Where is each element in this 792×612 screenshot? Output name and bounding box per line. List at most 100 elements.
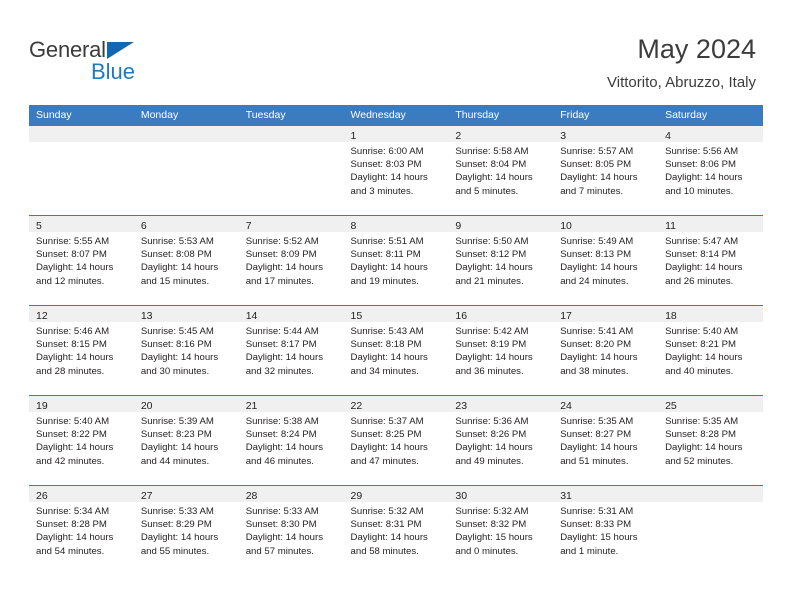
day-details: Sunrise: 5:55 AM Sunset: 8:07 PM Daylight:… [29, 232, 134, 288]
sunset-text: Sunset: 8:32 PM [455, 519, 527, 531]
general-blue-logo[interactable]: General Blue [29, 38, 169, 86]
weekday-header-wednesday: Wednesday [350, 109, 406, 121]
day-number: 29 [350, 490, 363, 502]
day-details: Sunrise: 5:56 AM Sunset: 8:06 PM Daylight:… [658, 142, 763, 198]
daylight-text-line2: and 46 minutes. [245, 455, 314, 467]
calendar-day-cell[interactable]: 23 Sunrise: 5:36 AM Sunset: 8:26 PM Dayligh… [448, 396, 554, 485]
sunrise-text: Sunrise: 5:43 AM [350, 326, 424, 337]
daylight-text-line2: and 58 minutes. [350, 545, 419, 557]
sunrise-text: Sunrise: 5:35 AM [665, 416, 739, 427]
calendar-day-cell[interactable]: 5 Sunrise: 5:55 AM Sunset: 8:07 PM Daylight… [29, 216, 134, 305]
daylight-text-line2: and 49 minutes. [455, 455, 524, 467]
day-details: Sunrise: 5:37 AM Sunset: 8:25 PM Daylight:… [344, 412, 449, 468]
calendar-day-cell[interactable]: 6 Sunrise: 5:53 AM Sunset: 8:08 PM Daylight… [133, 216, 239, 305]
calendar-day-cell[interactable]: 21 Sunrise: 5:38 AM Sunset: 8:24 PM Dayligh… [238, 396, 344, 485]
daylight-text-line2: and 19 minutes. [350, 275, 419, 287]
daylight-text-line1: Daylight: 14 hours [665, 172, 743, 184]
calendar-day-cell[interactable]: 15 Sunrise: 5:43 AM Sunset: 8:18 PM Dayligh… [343, 306, 449, 395]
calendar-day-cell[interactable]: 13 Sunrise: 5:45 AM Sunset: 8:16 PM Dayligh… [133, 306, 239, 395]
day-number-band: 13 [133, 306, 239, 322]
calendar-day-cell[interactable]: 2 Sunrise: 5:58 AM Sunset: 8:04 PM Daylight… [448, 126, 554, 215]
calendar-day-cell[interactable]: 28 Sunrise: 5:33 AM Sunset: 8:30 PM Dayligh… [238, 486, 344, 575]
calendar-day-cell[interactable]: 9 Sunrise: 5:50 AM Sunset: 8:12 PM Daylight… [448, 216, 554, 305]
calendar-day-cell[interactable]: 18 Sunrise: 5:40 AM Sunset: 8:21 PM Dayligh… [658, 306, 763, 395]
weekday-header-monday: Monday [140, 109, 179, 121]
daylight-text-line2: and 51 minutes. [560, 455, 629, 467]
calendar-day-cell[interactable]: 11 Sunrise: 5:47 AM Sunset: 8:14 PM Dayligh… [658, 216, 763, 305]
daylight-text-line1: Daylight: 14 hours [560, 352, 638, 364]
sunset-text: Sunset: 8:33 PM [560, 519, 632, 531]
day-details: Sunrise: 5:40 AM Sunset: 8:21 PM Daylight:… [658, 322, 763, 378]
day-details: Sunrise: 5:44 AM Sunset: 8:17 PM Daylight:… [239, 322, 344, 378]
weekday-header-row: Sunday Monday Tuesday Wednesday Thursday… [29, 105, 763, 125]
calendar-day-cell[interactable]: 14 Sunrise: 5:44 AM Sunset: 8:17 PM Dayligh… [238, 306, 344, 395]
calendar-day-cell[interactable]: 16 Sunrise: 5:42 AM Sunset: 8:19 PM Dayligh… [448, 306, 554, 395]
calendar-day-cell[interactable]: 22 Sunrise: 5:37 AM Sunset: 8:25 PM Dayligh… [343, 396, 449, 485]
sunrise-text: Sunrise: 5:36 AM [455, 416, 529, 427]
calendar-day-cell[interactable]: 19 Sunrise: 5:40 AM Sunset: 8:22 PM Dayligh… [29, 396, 134, 485]
calendar-day-cell[interactable]: 26 Sunrise: 5:34 AM Sunset: 8:28 PM Dayligh… [29, 486, 134, 575]
daylight-text-line2: and 17 minutes. [245, 275, 314, 287]
calendar-day-cell[interactable]: 10 Sunrise: 5:49 AM Sunset: 8:13 PM Dayligh… [553, 216, 659, 305]
day-number: 12 [36, 310, 48, 322]
day-details: Sunrise: 5:57 AM Sunset: 8:05 PM Daylight:… [553, 142, 658, 198]
empty-day-band [133, 126, 239, 142]
calendar-day-cell[interactable]: 3 Sunrise: 5:57 AM Sunset: 8:05 PM Daylight… [553, 126, 659, 215]
sunrise-text: Sunrise: 5:37 AM [350, 416, 424, 427]
day-details: Sunrise: 5:39 AM Sunset: 8:23 PM Daylight:… [134, 412, 239, 468]
sunrise-text: Sunrise: 5:35 AM [560, 416, 634, 427]
sunrise-text: Sunrise: 5:40 AM [665, 326, 739, 337]
calendar-day-cell[interactable]: 7 Sunrise: 5:52 AM Sunset: 8:09 PM Daylight… [238, 216, 344, 305]
daylight-text-line2: and 34 minutes. [350, 365, 419, 377]
day-details: Sunrise: 5:51 AM Sunset: 8:11 PM Daylight:… [344, 232, 449, 288]
calendar-day-cell[interactable]: 8 Sunrise: 5:51 AM Sunset: 8:11 PM Daylight… [343, 216, 449, 305]
calendar-day-cell[interactable]: 4 Sunrise: 5:56 AM Sunset: 8:06 PM Daylight… [658, 126, 763, 215]
daylight-text-line1: Daylight: 14 hours [245, 442, 324, 454]
sunset-text: Sunset: 8:13 PM [560, 249, 632, 261]
weekday-header-thursday: Thursday [455, 109, 500, 121]
sunrise-text: Sunrise: 5:53 AM [140, 236, 214, 247]
calendar-day-cell[interactable]: 31 Sunrise: 5:31 AM Sunset: 8:33 PM Dayligh… [553, 486, 659, 575]
sunrise-text: Sunrise: 5:32 AM [350, 506, 424, 517]
day-number-band: 18 [658, 306, 763, 322]
daylight-text-line1: Daylight: 14 hours [455, 352, 533, 364]
daylight-text-line2: and 12 minutes. [36, 275, 105, 287]
day-number: 3 [560, 130, 567, 142]
day-number-band: 7 [238, 216, 344, 232]
logo-text-blue: Blue [91, 59, 136, 84]
calendar-week-row: 5 Sunrise: 5:55 AM Sunset: 8:07 PM Daylight… [29, 215, 763, 305]
day-number: 30 [455, 490, 468, 502]
daylight-text-line2: and 24 minutes. [560, 275, 629, 287]
day-number: 27 [140, 490, 153, 502]
calendar-day-cell[interactable]: 30 Sunrise: 5:32 AM Sunset: 8:32 PM Dayligh… [448, 486, 554, 575]
day-number-band: 5 [29, 216, 134, 232]
day-number: 2 [455, 130, 462, 142]
day-number-band: 26 [29, 486, 134, 502]
calendar-day-cell[interactable]: 20 Sunrise: 5:39 AM Sunset: 8:23 PM Dayligh… [133, 396, 239, 485]
sunrise-text: Sunrise: 5:52 AM [245, 236, 319, 247]
calendar-day-cell[interactable]: 17 Sunrise: 5:41 AM Sunset: 8:20 PM Dayligh… [553, 306, 659, 395]
location-subtitle: Vittorito, Abruzzo, Italy [607, 74, 756, 91]
day-number: 15 [350, 310, 363, 322]
day-number-band: 17 [553, 306, 659, 322]
sunset-text: Sunset: 8:26 PM [455, 429, 527, 441]
weekday-header-friday: Friday [560, 109, 590, 121]
day-number-band: 1 [343, 126, 449, 142]
day-details: Sunrise: 5:53 AM Sunset: 8:08 PM Daylight:… [134, 232, 239, 288]
day-number: 1 [350, 130, 357, 142]
calendar-weeks: 1 Sunrise: 6:00 AM Sunset: 8:03 PM Daylight… [29, 125, 763, 575]
sunset-text: Sunset: 8:22 PM [36, 429, 107, 441]
day-details: Sunrise: 5:40 AM Sunset: 8:22 PM Daylight:… [29, 412, 134, 468]
calendar-day-cell[interactable]: 27 Sunrise: 5:33 AM Sunset: 8:29 PM Dayligh… [133, 486, 239, 575]
daylight-text-line2: and 3 minutes. [350, 185, 414, 197]
day-details: Sunrise: 5:32 AM Sunset: 8:32 PM Daylight:… [448, 502, 553, 558]
day-number: 6 [140, 220, 147, 232]
daylight-text-line1: Daylight: 14 hours [665, 442, 743, 454]
calendar-day-cell[interactable]: 29 Sunrise: 5:32 AM Sunset: 8:31 PM Dayligh… [343, 486, 449, 575]
day-details: Sunrise: 5:49 AM Sunset: 8:13 PM Daylight:… [553, 232, 658, 288]
calendar-day-cell[interactable]: 1 Sunrise: 6:00 AM Sunset: 8:03 PM Daylight… [343, 126, 449, 215]
calendar-day-cell[interactable]: 24 Sunrise: 5:35 AM Sunset: 8:27 PM Dayligh… [553, 396, 659, 485]
calendar-day-cell[interactable]: 12 Sunrise: 5:46 AM Sunset: 8:15 PM Dayligh… [29, 306, 134, 395]
calendar-day-cell[interactable]: 25 Sunrise: 5:35 AM Sunset: 8:28 PM Dayligh… [658, 396, 763, 485]
day-number-band: 19 [29, 396, 134, 412]
